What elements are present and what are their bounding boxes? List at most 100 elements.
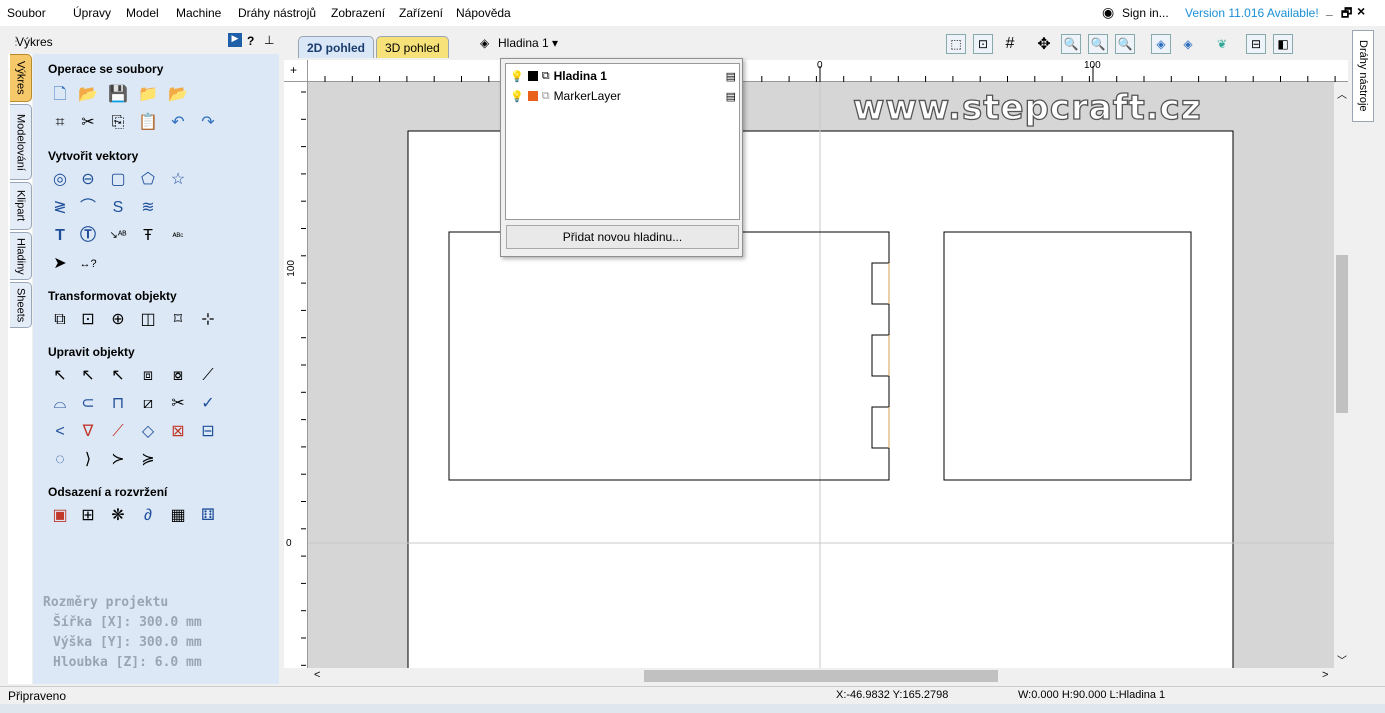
minimize-button[interactable]: _: [1326, 3, 1333, 17]
toolpath-view-icon[interactable]: ◈: [1178, 34, 1198, 54]
mirror-icon[interactable]: ◫: [137, 309, 159, 331]
layer-color-swatch[interactable]: [527, 91, 538, 101]
add-layer-button[interactable]: Přidat novou hladinu...: [506, 225, 739, 249]
select-all-icon[interactable]: ⌗: [49, 112, 71, 134]
visibility-bulb-icon[interactable]: 💡: [510, 90, 524, 103]
bracket-icon[interactable]: ⟩: [77, 449, 99, 471]
visibility-bulb-icon[interactable]: 💡: [510, 70, 524, 83]
subtract-icon[interactable]: ⊂: [77, 393, 99, 415]
layer-color-swatch[interactable]: [527, 71, 538, 81]
node-edit-icon[interactable]: ↖: [77, 365, 99, 387]
corner-icon[interactable]: ∇: [77, 421, 99, 443]
tab-sheets[interactable]: Sheets: [10, 282, 32, 328]
node-curve-icon[interactable]: ◌: [49, 449, 71, 471]
panel-layout-icon[interactable]: ◧: [1273, 34, 1293, 54]
intersect-icon[interactable]: ⊓: [107, 393, 129, 415]
circle-icon[interactable]: ◎: [49, 169, 71, 191]
ellipse-icon[interactable]: ⊖: [77, 169, 99, 191]
layer-dropdown-button[interactable]: Hladina 1 ▾: [498, 36, 558, 50]
zoom-box-icon[interactable]: ⬚: [946, 34, 966, 54]
cut-icon[interactable]: ✂: [77, 112, 99, 134]
panel-dock-icon[interactable]: ▶: [228, 33, 242, 47]
scroll-up-icon[interactable]: ︿: [1337, 86, 1347, 101]
zoom-selection-icon[interactable]: 🔍: [1115, 34, 1135, 54]
view-fit-icon[interactable]: ⊡: [973, 34, 993, 54]
wave-icon[interactable]: ≋: [137, 197, 159, 219]
menu-zobrazeni[interactable]: Zobrazení: [331, 6, 385, 20]
open-folder-icon[interactable]: 📁: [137, 84, 159, 106]
zoom-out-icon[interactable]: 🔍: [1088, 34, 1108, 54]
layer-lock-icon[interactable]: ⧉: [542, 70, 550, 83]
scale-icon[interactable]: ⊡: [77, 309, 99, 331]
weld-icon[interactable]: ⌓: [49, 393, 71, 415]
tab-vykres[interactable]: Výkres: [10, 54, 32, 102]
horizontal-scrollbar[interactable]: < >: [308, 668, 1350, 684]
join-icon[interactable]: ◇: [137, 421, 159, 443]
ruler-corner[interactable]: +: [284, 60, 308, 82]
extend-icon[interactable]: ⟋: [107, 421, 129, 443]
group-icon[interactable]: ⧈: [137, 365, 159, 387]
circular-array-icon[interactable]: ❋: [107, 505, 129, 527]
chevron-icon[interactable]: ≻: [107, 449, 129, 471]
overlap-icon[interactable]: ⧄: [137, 393, 159, 415]
version-link[interactable]: Version 11.016 Available!: [1185, 6, 1319, 20]
rectangle-icon[interactable]: ▢: [107, 169, 129, 191]
drawing-canvas[interactable]: www.stepcraft.cz: [308, 82, 1334, 668]
redo-icon[interactable]: ↷: [197, 112, 219, 134]
undo-icon[interactable]: ↶: [167, 112, 189, 134]
vertical-scrollbar[interactable]: ︿ ﹀: [1334, 82, 1350, 668]
ungroup-icon[interactable]: ⧇: [167, 365, 189, 387]
save-icon[interactable]: 💾: [107, 84, 129, 106]
layer-name[interactable]: Hladina 1: [554, 69, 607, 83]
chevron-double-icon[interactable]: ≽: [137, 449, 159, 471]
scroll-down-icon[interactable]: ﹀: [1337, 652, 1347, 667]
text-icon[interactable]: T: [49, 225, 71, 247]
tab-klipart[interactable]: Klipart: [10, 182, 32, 230]
star-icon[interactable]: ☆: [167, 169, 189, 191]
scroll-right-icon[interactable]: >: [1322, 669, 1328, 681]
path-array-icon[interactable]: ∂: [137, 505, 159, 527]
menu-drahy-nastroju[interactable]: Dráhy nástrojů: [238, 6, 316, 20]
bitmap-trace-icon[interactable]: ➤: [49, 253, 71, 275]
pan-icon[interactable]: ✥: [1034, 34, 1054, 54]
center-icon[interactable]: ⊹: [197, 309, 219, 331]
nesting-icon[interactable]: ⚅: [197, 505, 219, 527]
text-warp-icon[interactable]: ᴬᴮᶜ: [167, 225, 189, 247]
tab-hladiny[interactable]: Hladiny: [10, 232, 32, 280]
select-icon[interactable]: ↖: [49, 365, 71, 387]
menu-model[interactable]: Model: [126, 6, 159, 20]
spline-icon[interactable]: S: [107, 197, 129, 219]
layer-properties-icon[interactable]: ▤: [726, 90, 736, 103]
layer-row-markerlayer[interactable]: 💡 ⧉ MarkerLayer ▤: [510, 87, 736, 105]
align-icon[interactable]: ⊕: [107, 309, 129, 331]
vertical-scroll-thumb[interactable]: [1336, 255, 1348, 413]
open-file-icon[interactable]: 📂: [77, 84, 99, 106]
tab-2d-view[interactable]: 2D pohled: [298, 36, 375, 58]
menu-machine[interactable]: Machine: [176, 6, 221, 20]
layer-row-hladina-1[interactable]: 💡 ⧉ Hladina 1 ▤: [510, 67, 736, 85]
close-vector-icon[interactable]: ⊠: [167, 421, 189, 443]
text-arc-icon[interactable]: Ŧ: [137, 225, 159, 247]
smooth-icon[interactable]: ⊟: [197, 421, 219, 443]
layer-properties-icon[interactable]: ▤: [726, 70, 736, 83]
array-icon[interactable]: ⊞: [77, 505, 99, 527]
help-icon[interactable]: ?: [247, 34, 254, 48]
new-file-icon[interactable]: 🗋: [49, 84, 71, 106]
menu-napoveda[interactable]: Nápověda: [456, 6, 511, 20]
close-button[interactable]: ×: [1357, 3, 1365, 19]
tab-3d-view[interactable]: 3D pohled: [376, 36, 449, 58]
fillet-icon[interactable]: <: [49, 421, 71, 443]
text-frame-icon[interactable]: Ⓣ: [77, 225, 99, 247]
menu-zarizeni[interactable]: Zařízení: [399, 6, 443, 20]
tab-modelovani[interactable]: Modelování: [10, 104, 32, 180]
check-icon[interactable]: ✓: [197, 393, 219, 415]
horizontal-scroll-thumb[interactable]: [644, 670, 998, 682]
sign-in-link[interactable]: Sign in...: [1122, 6, 1169, 20]
tab-toolpaths[interactable]: Dráhy nástroje: [1352, 30, 1374, 122]
text-on-curve-icon[interactable]: ↘ᴬᴮ: [107, 225, 129, 247]
measure-icon[interactable]: ⟋: [197, 365, 219, 387]
snap-icon[interactable]: ◈: [1151, 34, 1171, 54]
trim-icon[interactable]: ✂: [167, 393, 189, 415]
pin-icon[interactable]: ⊥: [264, 33, 274, 47]
grid-array-icon[interactable]: ▦: [167, 505, 189, 527]
